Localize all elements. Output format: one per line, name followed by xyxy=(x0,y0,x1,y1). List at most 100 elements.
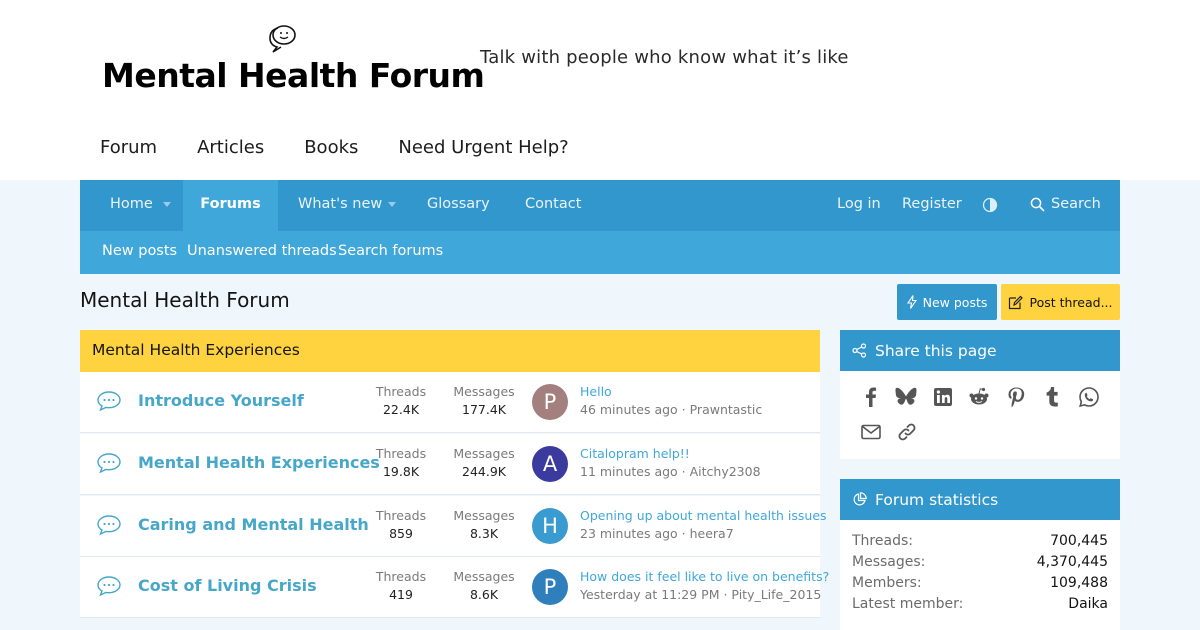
latest-thread-link[interactable]: Citalopram help!! xyxy=(580,446,690,461)
nav-log-in[interactable]: Log in xyxy=(837,180,881,231)
forum-chat-icon xyxy=(97,391,121,412)
avatar[interactable]: P xyxy=(532,569,568,605)
tumblr-icon[interactable] xyxy=(1041,386,1063,408)
avatar[interactable]: A xyxy=(532,446,568,482)
site-link-urgent-help[interactable]: Need Urgent Help? xyxy=(398,137,568,158)
threads-label: Threads xyxy=(375,569,427,584)
site-link-articles[interactable]: Articles xyxy=(197,137,264,158)
messages-label: Messages xyxy=(453,569,515,584)
forum-node-title[interactable]: Introduce Yourself xyxy=(138,391,304,410)
forum-chat-icon xyxy=(97,515,121,536)
threads-stat: Threads 22.4K xyxy=(371,383,431,419)
messages-stat: Messages 177.4K xyxy=(449,383,519,419)
threads-count: 19.8K xyxy=(382,464,420,479)
subnav-unanswered-threads[interactable]: Unanswered threads xyxy=(187,243,337,259)
forum-node-row: Cost of Living Crisis Threads 419 Message… xyxy=(80,557,829,618)
site-link-forum[interactable]: Forum xyxy=(100,137,157,158)
latest-member-link[interactable]: Daika xyxy=(1068,596,1108,612)
subnav-search-forums[interactable]: Search forums xyxy=(338,243,443,259)
share-widget-title: Share this page xyxy=(875,341,997,360)
whatsapp-icon[interactable] xyxy=(1078,386,1100,408)
share-widget-header: Share this page xyxy=(840,330,1120,371)
post-thread-button[interactable]: Post thread... xyxy=(1001,284,1120,320)
bluesky-icon[interactable] xyxy=(895,386,917,408)
stat-label: Latest member: xyxy=(852,596,964,612)
home-dropdown-caret-icon[interactable] xyxy=(163,202,171,207)
stat-row-threads: Threads: 700,445 xyxy=(852,533,1108,554)
sub-nav: New posts Unanswered threads Search foru… xyxy=(80,231,1120,274)
site-links: Forum Articles Books Need Urgent Help? xyxy=(100,137,609,158)
linkedin-icon[interactable] xyxy=(932,386,954,408)
stat-row-latest-member: Latest member: Daika xyxy=(852,596,1108,617)
latest-thread-meta: 11 minutes ago · Aitchy2308 xyxy=(580,464,761,479)
stat-value: 700,445 xyxy=(1050,533,1108,549)
stat-value: 109,488 xyxy=(1050,575,1108,591)
email-icon[interactable] xyxy=(860,421,882,443)
site-link-books[interactable]: Books xyxy=(304,137,358,158)
messages-stat: Messages 244.9K xyxy=(449,445,519,481)
latest-thread-link[interactable]: Hello xyxy=(580,384,612,399)
site-logo[interactable]: Mental Health Forum xyxy=(102,56,485,95)
avatar[interactable]: P xyxy=(532,384,568,420)
threads-stat: Threads 19.8K xyxy=(371,445,431,481)
messages-count: 177.4K xyxy=(462,402,506,417)
site-tagline: Talk with people who know what it’s like xyxy=(480,47,849,68)
facebook-icon[interactable] xyxy=(860,386,882,408)
forum-statistics-title: Forum statistics xyxy=(875,490,999,509)
forum-node-row: Caring and Mental Health Threads 859 Mess… xyxy=(80,496,827,557)
nav-forums[interactable]: Forums xyxy=(183,180,278,231)
stat-row-members: Members: 109,488 xyxy=(852,575,1108,596)
nav-register[interactable]: Register xyxy=(902,180,962,231)
nav-whats-new[interactable]: What's new xyxy=(298,180,382,231)
latest-thread-link[interactable]: How does it feel like to live on benefit… xyxy=(580,569,829,584)
site-header: Mental Health Forum Talk with people who… xyxy=(0,0,1200,180)
share-icon xyxy=(852,343,867,358)
messages-stat: Messages 8.3K xyxy=(449,507,519,543)
nav-home[interactable]: Home xyxy=(110,180,153,231)
new-posts-button-label: New posts xyxy=(922,294,988,310)
avatar[interactable]: H xyxy=(532,508,568,544)
whats-new-dropdown-caret-icon[interactable] xyxy=(388,202,396,207)
nav-glossary[interactable]: Glossary xyxy=(427,180,490,231)
share-widget: Share this page xyxy=(840,330,1120,459)
forum-node-title[interactable]: Mental Health Experiences xyxy=(138,453,380,472)
latest-thread-link[interactable]: Opening up about mental health issues xyxy=(580,508,827,523)
edit-icon xyxy=(1009,295,1024,309)
threads-count: 859 xyxy=(389,526,413,541)
nav-contact[interactable]: Contact xyxy=(525,180,581,231)
pie-chart-icon xyxy=(853,492,867,506)
link-icon[interactable] xyxy=(896,421,918,443)
subnav-new-posts[interactable]: New posts xyxy=(102,243,177,259)
messages-label: Messages xyxy=(453,446,515,461)
speech-bubble-logo-icon xyxy=(269,25,296,53)
category-header[interactable]: Mental Health Experiences xyxy=(80,330,820,372)
post-thread-button-label: Post thread... xyxy=(1029,294,1113,310)
stat-value: 4,370,445 xyxy=(1036,554,1108,570)
reddit-icon[interactable] xyxy=(968,386,990,408)
theme-toggle-icon[interactable] xyxy=(982,197,998,213)
stat-row-messages: Messages: 4,370,445 xyxy=(852,554,1108,575)
latest-thread-meta: 23 minutes ago · heera7 xyxy=(580,526,734,541)
nav-search[interactable]: Search xyxy=(1051,180,1101,231)
threads-label: Threads xyxy=(375,446,427,461)
forum-chat-icon xyxy=(97,576,121,597)
stat-label: Threads: xyxy=(852,533,913,549)
messages-stat: Messages 8.6K xyxy=(449,568,519,604)
latest-thread-meta: 46 minutes ago · Prawntastic xyxy=(580,402,763,417)
pinterest-icon[interactable] xyxy=(1005,386,1027,408)
forum-node-title[interactable]: Caring and Mental Health xyxy=(138,515,369,534)
search-icon[interactable] xyxy=(1030,197,1045,212)
messages-label: Messages xyxy=(453,384,515,399)
messages-label: Messages xyxy=(453,508,515,523)
forum-node-title[interactable]: Cost of Living Crisis xyxy=(138,576,317,595)
new-posts-button[interactable]: New posts xyxy=(897,284,997,320)
messages-count: 8.3K xyxy=(469,526,499,541)
bolt-icon xyxy=(906,295,917,309)
stat-label: Messages: xyxy=(852,554,926,570)
latest-thread-meta: Yesterday at 11:29 PM · Pity_Life_2015 xyxy=(580,587,822,602)
page-title: Mental Health Forum xyxy=(80,288,290,312)
messages-count: 244.9K xyxy=(462,464,506,479)
threads-count: 419 xyxy=(389,587,413,602)
forum-node-row: Mental Health Experiences Threads 19.8K M… xyxy=(80,434,820,495)
threads-stat: Threads 859 xyxy=(371,507,431,543)
